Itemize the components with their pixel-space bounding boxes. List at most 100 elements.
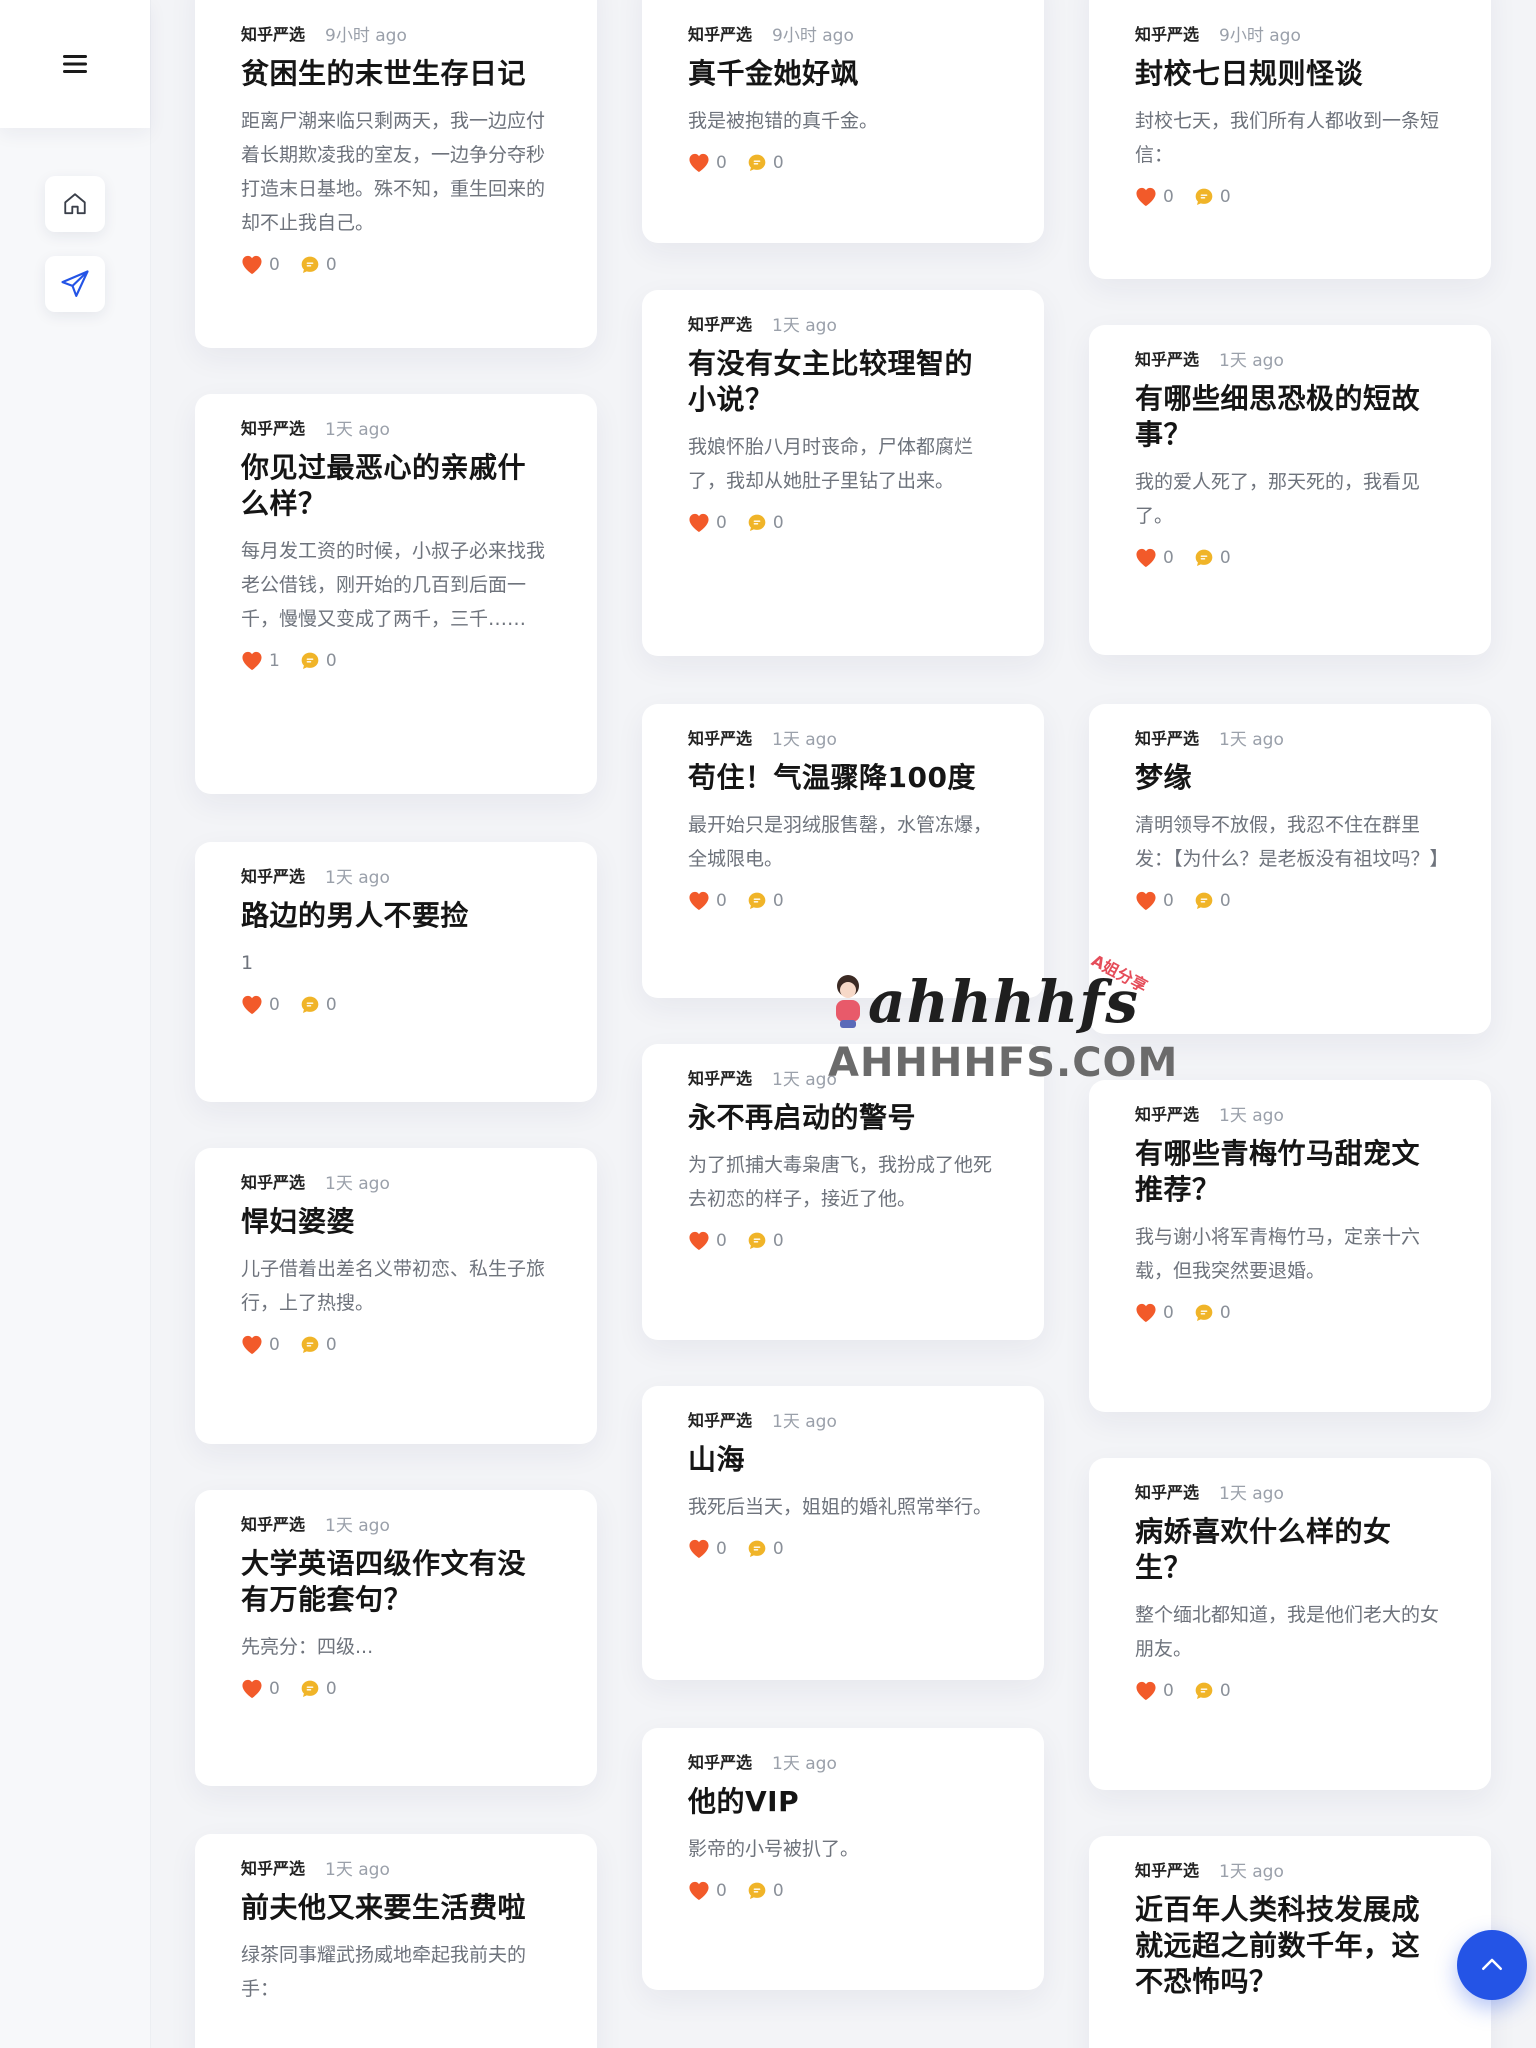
- card-source[interactable]: 知乎严选: [241, 863, 305, 887]
- card-source[interactable]: 知乎严选: [688, 1749, 752, 1773]
- comment-button[interactable]: 0: [747, 1881, 784, 1901]
- story-card[interactable]: 知乎严选 9小时 ago 贫困生的末世生存日记 距离尸潮来临只剩两天，我一边应付着长期…: [195, 0, 597, 348]
- story-card[interactable]: 知乎严选 1天 ago 苟住！气温骤降100度 最开始只是羽绒服售罄，水管冻爆，全城限…: [642, 704, 1044, 998]
- card-title[interactable]: 大学英语四级作文有没有万能套句？: [241, 1546, 553, 1618]
- story-card[interactable]: 知乎严选 1天 ago 梦缘 清明领导不放假，我忍不住在群里发：【为什么？是老板没有祖…: [1089, 704, 1491, 1034]
- like-button[interactable]: 0: [688, 513, 727, 533]
- like-button[interactable]: 0: [1135, 891, 1174, 911]
- card-title[interactable]: 病娇喜欢什么样的女生？: [1135, 1514, 1447, 1586]
- story-card[interactable]: 知乎严选 1天 ago 路边的男人不要捡 1 0 0: [195, 842, 597, 1102]
- like-button[interactable]: 0: [241, 995, 280, 1015]
- comment-button[interactable]: 0: [747, 153, 784, 173]
- like-button[interactable]: 0: [688, 1539, 727, 1559]
- card-source[interactable]: 知乎严选: [1135, 1479, 1199, 1503]
- story-card[interactable]: 知乎严选 1天 ago 病娇喜欢什么样的女生？ 整个缅北都知道，我是他们老大的女朋友。…: [1089, 1458, 1491, 1790]
- card-stats: 00: [688, 1536, 1000, 1562]
- card-title[interactable]: 有哪些青梅竹马甜宠文推荐？: [1135, 1136, 1447, 1208]
- card-title[interactable]: 有没有女主比较理智的小说？: [688, 346, 1000, 418]
- like-button[interactable]: 0: [1135, 187, 1174, 207]
- like-button[interactable]: 0: [688, 891, 727, 911]
- card-title[interactable]: 贫困生的末世生存日记: [241, 56, 553, 92]
- comment-button[interactable]: 0: [747, 1539, 784, 1559]
- card-source[interactable]: 知乎严选: [1135, 21, 1199, 45]
- story-card[interactable]: 知乎严选 1天 ago 大学英语四级作文有没有万能套句？ 先亮分：四级... 0 0: [195, 1490, 597, 1786]
- card-source[interactable]: 知乎严选: [1135, 1857, 1199, 1881]
- comment-icon: [1195, 549, 1213, 566]
- card-time: 9小时 ago: [772, 25, 854, 46]
- card-source[interactable]: 知乎严选: [241, 21, 305, 45]
- card-title[interactable]: 路边的男人不要捡: [241, 898, 553, 934]
- back-to-top-button[interactable]: [1457, 1930, 1527, 2000]
- menu-button[interactable]: [51, 40, 99, 88]
- card-source[interactable]: 知乎严选: [688, 1407, 752, 1431]
- story-card[interactable]: 知乎严选 1天 ago 悍妇婆婆 儿子借着出差名义带初恋、私生子旅行，上了热搜。 0 0: [195, 1148, 597, 1444]
- like-button[interactable]: 0: [241, 1679, 280, 1699]
- story-card[interactable]: 知乎严选 1天 ago 他的VIP 影帝的小号被扒了。 0 0: [642, 1728, 1044, 1990]
- like-button[interactable]: 0: [688, 1881, 727, 1901]
- comment-button[interactable]: 0: [300, 1335, 337, 1355]
- like-button[interactable]: 0: [688, 153, 727, 173]
- like-button[interactable]: 0: [1135, 1681, 1174, 1701]
- card-title[interactable]: 封校七日规则怪谈: [1135, 56, 1447, 92]
- comment-button[interactable]: 0: [300, 1679, 337, 1699]
- story-card[interactable]: 知乎严选 1天 ago 有没有女主比较理智的小说？ 我娘怀胎八月时丧命，尸体都腐烂了，…: [642, 290, 1044, 656]
- like-button[interactable]: 0: [1135, 1303, 1174, 1323]
- like-button[interactable]: 0: [241, 255, 280, 275]
- card-title[interactable]: 他的VIP: [688, 1784, 1000, 1820]
- comment-button[interactable]: 0: [1194, 1303, 1231, 1323]
- story-card[interactable]: 知乎严选 9小时 ago 封校七日规则怪谈 封校七天，我们所有人都收到一条短信： 0 0: [1089, 0, 1491, 279]
- card-title[interactable]: 悍妇婆婆: [241, 1204, 553, 1240]
- comment-button[interactable]: 0: [1194, 548, 1231, 568]
- card-source[interactable]: 知乎严选: [241, 415, 305, 439]
- card-source[interactable]: 知乎严选: [688, 311, 752, 335]
- like-button[interactable]: 0: [688, 1231, 727, 1251]
- comment-button[interactable]: 0: [1194, 187, 1231, 207]
- card-stats: 00: [1135, 545, 1447, 571]
- card-source[interactable]: 知乎严选: [1135, 725, 1199, 749]
- card-title[interactable]: 有哪些细思恐极的短故事？: [1135, 381, 1447, 453]
- story-card[interactable]: 知乎严选 1天 ago 永不再启动的警号 为了抓捕大毒枭唐飞，我扮成了他死去初恋的样子…: [642, 1044, 1044, 1340]
- comment-button[interactable]: 0: [1194, 891, 1231, 911]
- card-title[interactable]: 前夫他又来要生活费啦: [241, 1890, 553, 1926]
- card-source[interactable]: 知乎严选: [1135, 346, 1199, 370]
- card-title[interactable]: 苟住！气温骤降100度: [688, 760, 1000, 796]
- card-source[interactable]: 知乎严选: [241, 1169, 305, 1193]
- card-excerpt: 距离尸潮来临只剩两天，我一边应付着长期欺凌我的室友，一边争分夺秒打造末日基地。殊…: [241, 110, 546, 234]
- story-card[interactable]: 知乎严选 1天 ago 有哪些青梅竹马甜宠文推荐？ 我与谢小将军青梅竹马，定亲十六载，…: [1089, 1080, 1491, 1412]
- card-source[interactable]: 知乎严选: [688, 725, 752, 749]
- like-button[interactable]: 1: [241, 651, 280, 671]
- card-title[interactable]: 近百年人类科技发展成就远超之前数千年，这不恐怖吗？: [1135, 1892, 1447, 2000]
- card-source[interactable]: 知乎严选: [241, 1855, 305, 1879]
- comment-count: 0: [1219, 548, 1231, 568]
- card-source[interactable]: 知乎严选: [688, 1065, 752, 1089]
- story-card[interactable]: 知乎严选 1天 ago 前夫他又来要生活费啦 绿茶同事耀武扬威地牵起我前夫的手：: [195, 1834, 597, 2048]
- story-card[interactable]: 知乎严选 1天 ago 山海 我死后当天，姐姐的婚礼照常举行。 0 0: [642, 1386, 1044, 1680]
- comment-button[interactable]: 0: [300, 651, 337, 671]
- card-title[interactable]: 梦缘: [1135, 760, 1447, 796]
- card-time: 1天 ago: [325, 1515, 390, 1536]
- comment-button[interactable]: 0: [1194, 1681, 1231, 1701]
- comment-button[interactable]: 0: [747, 1231, 784, 1251]
- card-title[interactable]: 你见过最恶心的亲戚什么样？: [241, 450, 553, 522]
- comment-button[interactable]: 0: [300, 255, 337, 275]
- story-card[interactable]: 知乎严选 1天 ago 近百年人类科技发展成就远超之前数千年，这不恐怖吗？: [1089, 1836, 1491, 2048]
- comment-button[interactable]: 0: [300, 995, 337, 1015]
- card-meta: 知乎严选 1天 ago: [241, 415, 553, 440]
- like-button[interactable]: 0: [1135, 548, 1174, 568]
- card-title[interactable]: 真千金她好飒: [688, 56, 1000, 92]
- send-button[interactable]: [45, 256, 105, 312]
- card-excerpt: 我与谢小将军青梅竹马，定亲十六载，但我突然要退婚。: [1135, 1226, 1421, 1282]
- card-source[interactable]: 知乎严选: [241, 1511, 305, 1535]
- card-title[interactable]: 山海: [688, 1442, 1000, 1478]
- comment-button[interactable]: 0: [747, 513, 784, 533]
- home-button[interactable]: [45, 176, 105, 232]
- story-card[interactable]: 知乎严选 1天 ago 有哪些细思恐极的短故事？ 我的爱人死了，那天死的，我看见了。 0…: [1089, 325, 1491, 655]
- card-source[interactable]: 知乎严选: [688, 21, 752, 45]
- card-source[interactable]: 知乎严选: [1135, 1101, 1199, 1125]
- card-title[interactable]: 永不再启动的警号: [688, 1100, 1000, 1136]
- card-stats: 00: [241, 1676, 553, 1702]
- story-card[interactable]: 知乎严选 1天 ago 你见过最恶心的亲戚什么样？ 每月发工资的时候，小叔子必来找我老…: [195, 394, 597, 794]
- like-button[interactable]: 0: [241, 1335, 280, 1355]
- comment-button[interactable]: 0: [747, 891, 784, 911]
- story-card[interactable]: 知乎严选 9小时 ago 真千金她好飒 我是被抱错的真千金。 0 0: [642, 0, 1044, 243]
